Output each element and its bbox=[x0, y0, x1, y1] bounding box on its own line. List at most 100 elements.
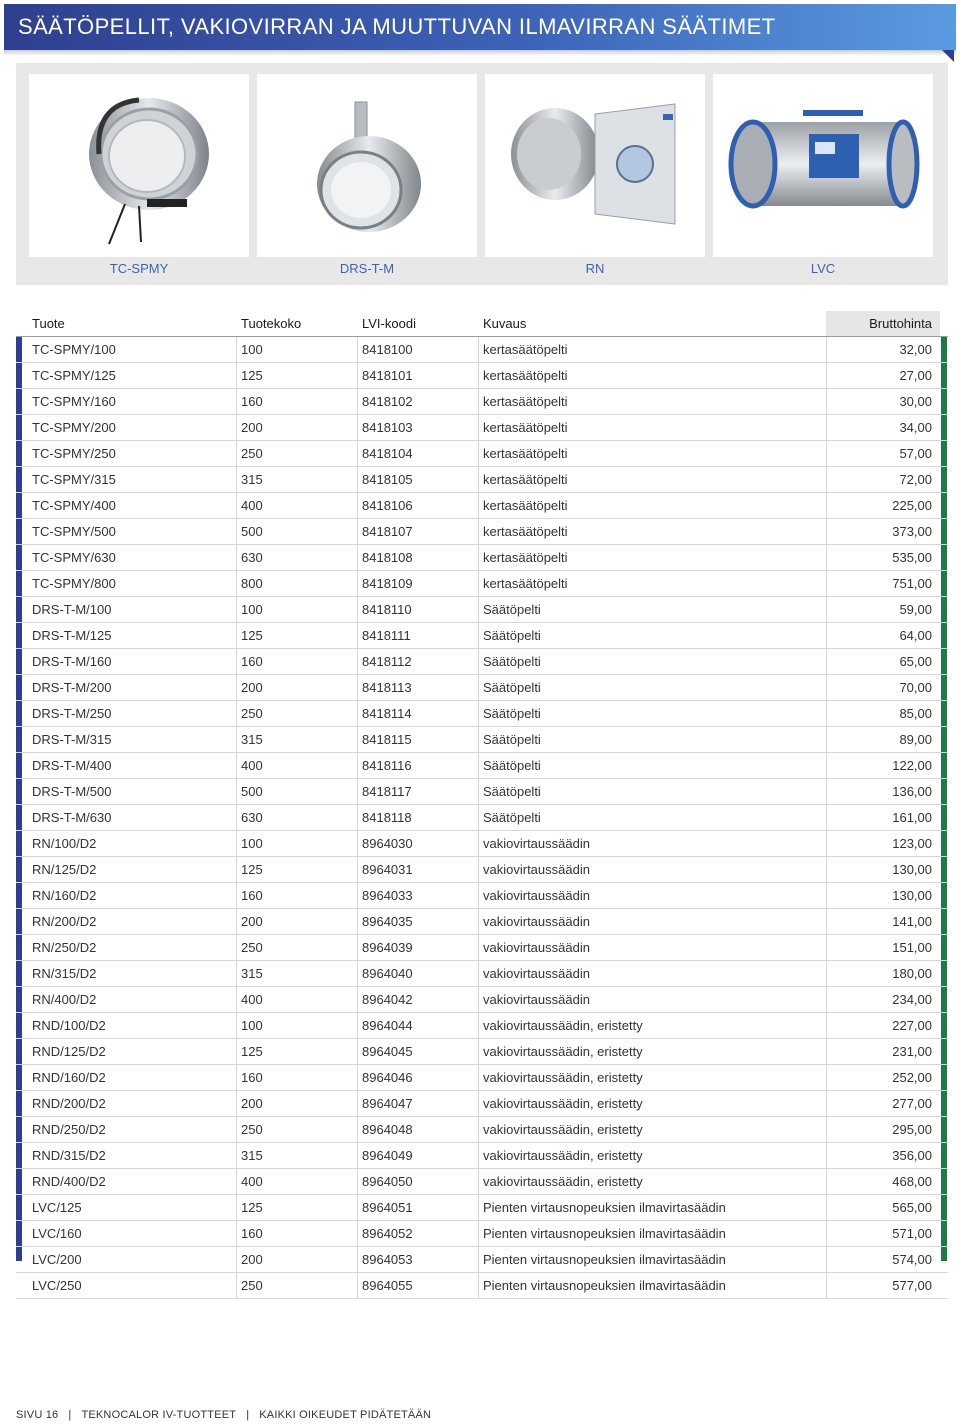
cell-bruttohinta: 57,00 bbox=[899, 446, 932, 461]
cell-kuvaus: kertasäätöpelti bbox=[483, 420, 568, 435]
column-divider bbox=[236, 961, 237, 986]
cell-tuote: RND/250/D2 bbox=[32, 1122, 106, 1137]
table-row: DRS-T-M/315 315 8418115 Säätöpelti 89,00 bbox=[16, 727, 948, 753]
column-divider bbox=[478, 545, 479, 570]
cell-bruttohinta: 122,00 bbox=[892, 758, 932, 773]
column-divider bbox=[236, 753, 237, 778]
cell-kuvaus: kertasäätöpelti bbox=[483, 472, 568, 487]
column-divider bbox=[357, 467, 358, 492]
column-divider bbox=[357, 1169, 358, 1194]
column-divider bbox=[236, 1221, 237, 1246]
corner-triangle-icon bbox=[942, 50, 954, 62]
cell-lvi-koodi: 8964039 bbox=[362, 940, 413, 955]
page-title: SÄÄTÖPELLIT, VAKIOVIRRAN JA MUUTTUVAN IL… bbox=[18, 14, 776, 39]
table-row: TC-SPMY/500 500 8418107 kertasäätöpelti 373,… bbox=[16, 519, 948, 545]
cell-bruttohinta: 252,00 bbox=[892, 1070, 932, 1085]
column-divider bbox=[236, 467, 237, 492]
cell-tuotekoko: 315 bbox=[241, 1148, 263, 1163]
cell-bruttohinta: 227,00 bbox=[892, 1018, 932, 1033]
column-divider bbox=[478, 363, 479, 388]
cell-tuotekoko: 400 bbox=[241, 1174, 263, 1189]
column-divider bbox=[236, 415, 237, 440]
cell-tuotekoko: 100 bbox=[241, 602, 263, 617]
column-divider bbox=[478, 649, 479, 674]
cell-bruttohinta: 751,00 bbox=[892, 576, 932, 591]
drs-t-m-photo bbox=[257, 74, 477, 257]
cell-tuote: DRS-T-M/200 bbox=[32, 680, 112, 695]
column-divider bbox=[478, 1247, 479, 1272]
cell-bruttohinta: 30,00 bbox=[899, 394, 932, 409]
column-divider bbox=[478, 415, 479, 440]
column-divider bbox=[478, 493, 479, 518]
cell-tuote: RN/200/D2 bbox=[32, 914, 97, 929]
cell-lvi-koodi: 8418105 bbox=[362, 472, 413, 487]
table-row: DRS-T-M/250 250 8418114 Säätöpelti 85,00 bbox=[16, 701, 948, 727]
column-divider bbox=[236, 779, 237, 804]
column-divider bbox=[357, 415, 358, 440]
column-divider bbox=[478, 1221, 479, 1246]
column-divider bbox=[236, 649, 237, 674]
column-divider bbox=[357, 701, 358, 726]
column-divider bbox=[478, 1039, 479, 1064]
cell-tuotekoko: 100 bbox=[241, 1018, 263, 1033]
column-divider bbox=[357, 727, 358, 752]
cell-bruttohinta: 225,00 bbox=[892, 498, 932, 513]
column-divider bbox=[357, 857, 358, 882]
table-row: DRS-T-M/630 630 8418118 Säätöpelti 161,00 bbox=[16, 805, 948, 831]
cell-tuotekoko: 315 bbox=[241, 966, 263, 981]
column-divider bbox=[236, 857, 237, 882]
cell-tuote: DRS-T-M/630 bbox=[32, 810, 112, 825]
column-divider bbox=[236, 623, 237, 648]
column-divider bbox=[236, 1195, 237, 1220]
cell-kuvaus: kertasäätöpelti bbox=[483, 524, 568, 539]
cell-bruttohinta: 151,00 bbox=[892, 940, 932, 955]
cell-bruttohinta: 123,00 bbox=[892, 836, 932, 851]
cell-bruttohinta: 130,00 bbox=[892, 888, 932, 903]
column-divider bbox=[236, 545, 237, 570]
header-tuotekoko: Tuotekoko bbox=[241, 316, 302, 331]
table-row: LVC/250 250 8964055 Pienten virtausnopeuksi… bbox=[16, 1273, 948, 1299]
cell-bruttohinta: 32,00 bbox=[899, 342, 932, 357]
cell-tuote: RND/160/D2 bbox=[32, 1070, 106, 1085]
cell-bruttohinta: 373,00 bbox=[892, 524, 932, 539]
column-divider bbox=[357, 831, 358, 856]
cell-kuvaus: kertasäätöpelti bbox=[483, 446, 568, 461]
cell-tuotekoko: 160 bbox=[241, 1226, 263, 1241]
cell-bruttohinta: 85,00 bbox=[899, 706, 932, 721]
cell-tuotekoko: 160 bbox=[241, 654, 263, 669]
column-divider bbox=[478, 727, 479, 752]
cell-bruttohinta: 130,00 bbox=[892, 862, 932, 877]
cell-kuvaus: vakiovirtaussäädin bbox=[483, 992, 590, 1007]
cell-lvi-koodi: 8964030 bbox=[362, 836, 413, 851]
cell-kuvaus: kertasäätöpelti bbox=[483, 368, 568, 383]
cell-bruttohinta: 64,00 bbox=[899, 628, 932, 643]
cell-kuvaus: vakiovirtaussäädin, eristetty bbox=[483, 1044, 643, 1059]
price-table: Tuote Tuotekoko LVI-koodi Kuvaus Bruttoh… bbox=[16, 311, 948, 1299]
column-divider bbox=[236, 571, 237, 596]
cell-tuotekoko: 200 bbox=[241, 680, 263, 695]
product-photo-panel: TC-SPMY DRS-T-M RN LVC bbox=[16, 63, 948, 285]
cell-kuvaus: vakiovirtaussäädin bbox=[483, 966, 590, 981]
column-divider bbox=[357, 1195, 358, 1220]
cell-bruttohinta: 136,00 bbox=[892, 784, 932, 799]
table-row: DRS-T-M/125 125 8418111 Säätöpelti 64,00 bbox=[16, 623, 948, 649]
cell-bruttohinta: 468,00 bbox=[892, 1174, 932, 1189]
table-row: RND/160/D2 160 8964046 vakiovirtaussäädin, … bbox=[16, 1065, 948, 1091]
cell-bruttohinta: 180,00 bbox=[892, 966, 932, 981]
table-row: RN/125/D2 125 8964031 vakiovirtaussäädin 130… bbox=[16, 857, 948, 883]
cell-tuote: DRS-T-M/315 bbox=[32, 732, 112, 747]
column-divider bbox=[357, 1117, 358, 1142]
column-divider bbox=[236, 1143, 237, 1168]
column-divider bbox=[478, 831, 479, 856]
cell-bruttohinta: 231,00 bbox=[892, 1044, 932, 1059]
cell-lvi-koodi: 8418112 bbox=[362, 654, 412, 669]
cell-tuote: RN/250/D2 bbox=[32, 940, 97, 955]
cell-lvi-koodi: 8964044 bbox=[362, 1018, 413, 1033]
cell-lvi-koodi: 8964040 bbox=[362, 966, 413, 981]
header-shadow bbox=[4, 50, 956, 56]
column-divider bbox=[357, 649, 358, 674]
cell-kuvaus: vakiovirtaussäädin bbox=[483, 914, 590, 929]
cell-lvi-koodi: 8418100 bbox=[362, 342, 413, 357]
cell-lvi-koodi: 8964049 bbox=[362, 1148, 413, 1163]
column-divider bbox=[236, 1117, 237, 1142]
